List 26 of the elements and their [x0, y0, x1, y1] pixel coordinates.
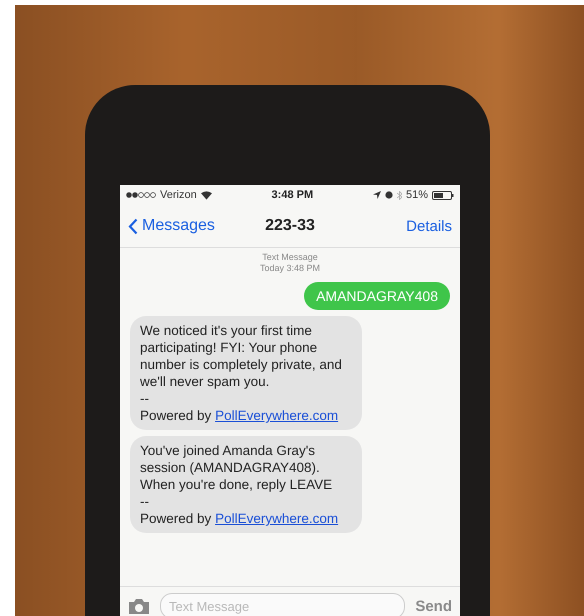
- timestamp-label: Text Message: [262, 252, 318, 263]
- message-link[interactable]: PollEverywhere.com: [215, 511, 338, 526]
- message-text: You've joined Amanda Gray's session (AMANDAGRAY408). When you're done, reply LEAVE: [140, 442, 334, 493]
- message-input-field[interactable]: Text Message: [160, 593, 406, 616]
- details-link[interactable]: Details: [406, 218, 452, 234]
- sent-message-bubble: AMANDAGRAY408: [304, 282, 450, 310]
- status-time: 3:48 PM: [272, 189, 314, 201]
- message-separator: --: [140, 493, 150, 510]
- camera-icon[interactable]: [128, 598, 150, 614]
- send-button[interactable]: Send: [415, 598, 452, 614]
- signal-dots-icon: [126, 192, 156, 198]
- message-footer: Powered by PollEverywhere.com: [140, 407, 352, 424]
- battery-icon: [432, 190, 454, 200]
- message-footer: Powered by PollEverywhere.com: [140, 510, 352, 527]
- bluetooth-icon: [396, 190, 402, 200]
- location-arrow-icon: [372, 191, 381, 199]
- chevron-left-icon: [128, 218, 138, 234]
- conversation-title: 223-33: [265, 217, 315, 235]
- carrier-name: Verizon: [160, 189, 197, 201]
- back-link[interactable]: Messages: [128, 217, 266, 235]
- message-link[interactable]: PollEverywhere.com: [215, 408, 338, 423]
- wifi-icon: [200, 190, 212, 200]
- message-separator: --: [140, 390, 150, 407]
- timestamp-time: Today 3:48 PM: [260, 263, 320, 274]
- battery-percent: 51%: [406, 189, 428, 201]
- message-text: We noticed it's your first time participating! FYI: Your phone number is completely private, and we'll never spam you.: [140, 322, 343, 390]
